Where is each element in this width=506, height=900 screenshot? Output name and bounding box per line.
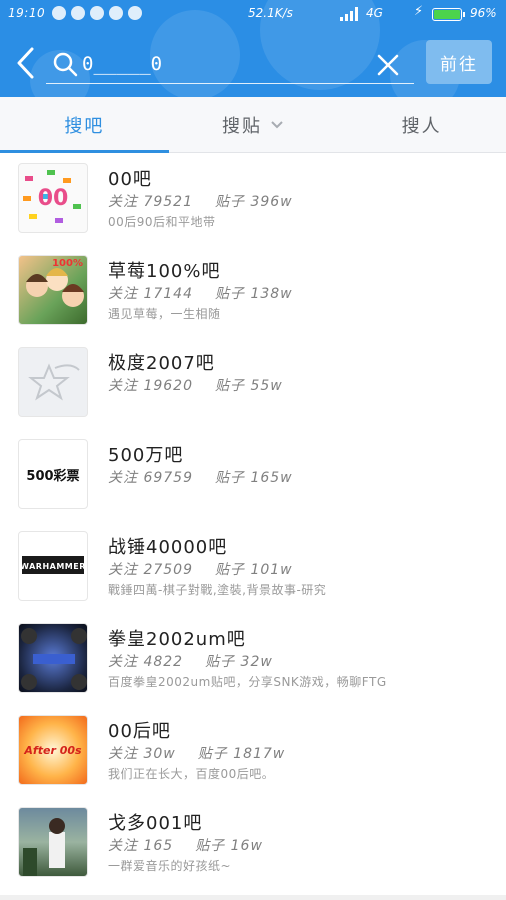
avatar: 00 xyxy=(18,163,88,233)
list-item[interactable]: 拳皇2002um吧 关注 4822 贴子 32w 百度拳皇2002um贴吧，分享S… xyxy=(0,613,506,705)
tab-label: 搜吧 xyxy=(64,115,105,137)
followers-count: 69759 xyxy=(143,470,193,486)
bar-stats: 关注 17144 贴子 138w xyxy=(108,286,293,302)
results-list: 00 00吧 关注 79521 贴子 396w 00后90后和平地带 100% 草… xyxy=(0,153,506,889)
notification-icon xyxy=(90,6,104,20)
avatar: 500彩票 xyxy=(18,439,88,509)
list-item[interactable]: 00 00吧 关注 79521 贴子 396w 00后90后和平地带 xyxy=(0,153,506,245)
followers-count: 165 xyxy=(143,838,174,854)
tab-bars[interactable]: 搜吧 xyxy=(0,97,169,153)
close-icon[interactable] xyxy=(376,53,400,77)
bar-description: 00后90后和平地带 xyxy=(108,215,216,229)
bar-stats: 关注 19620 贴子 55w xyxy=(108,378,283,394)
avatar-label: WARHAMMER xyxy=(20,561,86,571)
bar-name: 拳皇2002um吧 xyxy=(108,629,246,650)
list-item[interactable]: WARHAMMER 战锤40000吧 关注 27509 贴子 101w 戰錘四萬-… xyxy=(0,521,506,613)
signal-icon xyxy=(340,7,358,21)
bar-stats: 关注 69759 贴子 165w xyxy=(108,470,293,486)
back-arrow-icon[interactable] xyxy=(14,46,40,80)
notification-icon xyxy=(128,6,142,20)
network-speed: 52.1K/s xyxy=(248,6,293,20)
search-input[interactable] xyxy=(82,50,362,78)
bar-stats: 关注 79521 贴子 396w xyxy=(108,194,293,210)
battery-level: 96% xyxy=(470,6,497,20)
bar-description: 一群爱音乐的好孩纸~ xyxy=(108,859,232,873)
bar-description: 我们正在长大，百度00后吧。 xyxy=(108,767,275,781)
posts-count: 101w xyxy=(250,562,293,578)
notification-icons xyxy=(52,6,142,20)
followers-count: 79521 xyxy=(143,194,193,210)
bar-name: 戈多001吧 xyxy=(108,813,203,834)
list-item[interactable]: 极度2007吧 关注 19620 贴子 55w xyxy=(0,337,506,429)
battery-icon xyxy=(432,8,465,21)
bar-name: 500万吧 xyxy=(108,445,184,466)
bar-stats: 关注 30w 贴子 1817w xyxy=(108,746,286,762)
bar-description: 戰錘四萬-棋子對戰,塗裝,背景故事-研究 xyxy=(108,583,327,597)
avatar-label: 100% xyxy=(52,258,83,269)
posts-count: 138w xyxy=(250,286,293,302)
avatar xyxy=(18,623,88,693)
avatar: 100% xyxy=(18,255,88,325)
bar-name: 战锤40000吧 xyxy=(108,537,228,558)
posts-count: 32w xyxy=(240,654,273,670)
avatar-label: 00 xyxy=(37,185,69,211)
followers-count: 30w xyxy=(143,746,176,762)
notification-icon xyxy=(109,6,123,20)
posts-count: 1817w xyxy=(233,746,286,762)
followers-count: 4822 xyxy=(143,654,184,670)
search-tabs: 搜吧 搜贴 搜人 xyxy=(0,97,506,153)
go-button[interactable]: 前往 xyxy=(426,40,492,84)
notification-icon xyxy=(52,6,66,20)
bar-stats: 关注 27509 贴子 101w xyxy=(108,562,293,578)
placeholder-star-icon xyxy=(28,363,80,401)
tab-users[interactable]: 搜人 xyxy=(337,97,506,152)
posts-count: 165w xyxy=(250,470,293,486)
list-item[interactable]: 100% 草莓100%吧 关注 17144 贴子 138w 遇见草莓，一生相随 xyxy=(0,245,506,337)
notification-icon xyxy=(71,6,85,20)
followers-count: 27509 xyxy=(143,562,193,578)
posts-count: 396w xyxy=(250,194,293,210)
bar-name: 极度2007吧 xyxy=(108,353,215,374)
followers-count: 17144 xyxy=(143,286,193,302)
bar-name: 草莓100%吧 xyxy=(108,261,221,282)
list-item[interactable]: After 00s 00后吧 关注 30w 贴子 1817w 我们正在长大，百度0… xyxy=(0,705,506,797)
bar-name: 00吧 xyxy=(108,169,152,190)
charging-icon: ⚡ xyxy=(414,4,424,19)
posts-count: 55w xyxy=(250,378,283,394)
tab-label: 搜人 xyxy=(401,115,442,137)
network-type: 4G xyxy=(366,6,383,20)
list-bottom-edge xyxy=(0,895,506,900)
bar-description: 百度拳皇2002um贴吧，分享SNK游戏，畅聊FTG xyxy=(108,675,387,689)
chevron-down-icon xyxy=(271,120,283,128)
bar-stats: 关注 165 贴子 16w xyxy=(108,838,263,854)
avatar xyxy=(18,807,88,877)
search-icon xyxy=(52,51,78,77)
avatar xyxy=(18,347,88,417)
tab-posts[interactable]: 搜贴 xyxy=(169,97,338,152)
status-time: 19:10 xyxy=(8,6,46,20)
header-bar: 19:10 52.1K/s 4G ⚡ 96% 前往 xyxy=(0,0,506,97)
status-bar: 19:10 52.1K/s 4G ⚡ 96% xyxy=(0,0,506,28)
avatar: WARHAMMER xyxy=(18,531,88,601)
bar-name: 00后吧 xyxy=(108,721,171,742)
posts-count: 16w xyxy=(230,838,263,854)
tab-label: 搜贴 xyxy=(222,115,262,137)
list-item[interactable]: 500彩票 500万吧 关注 69759 贴子 165w xyxy=(0,429,506,521)
list-item[interactable]: 戈多001吧 关注 165 贴子 16w 一群爱音乐的好孩纸~ xyxy=(0,797,506,889)
avatar-label: 500彩票 xyxy=(26,468,80,484)
avatar-label: After 00s xyxy=(24,743,82,757)
followers-count: 19620 xyxy=(143,378,193,394)
bar-description: 遇见草莓，一生相随 xyxy=(108,307,221,321)
search-box[interactable] xyxy=(46,44,414,84)
avatar: After 00s xyxy=(18,715,88,785)
bar-stats: 关注 4822 贴子 32w xyxy=(108,654,273,670)
